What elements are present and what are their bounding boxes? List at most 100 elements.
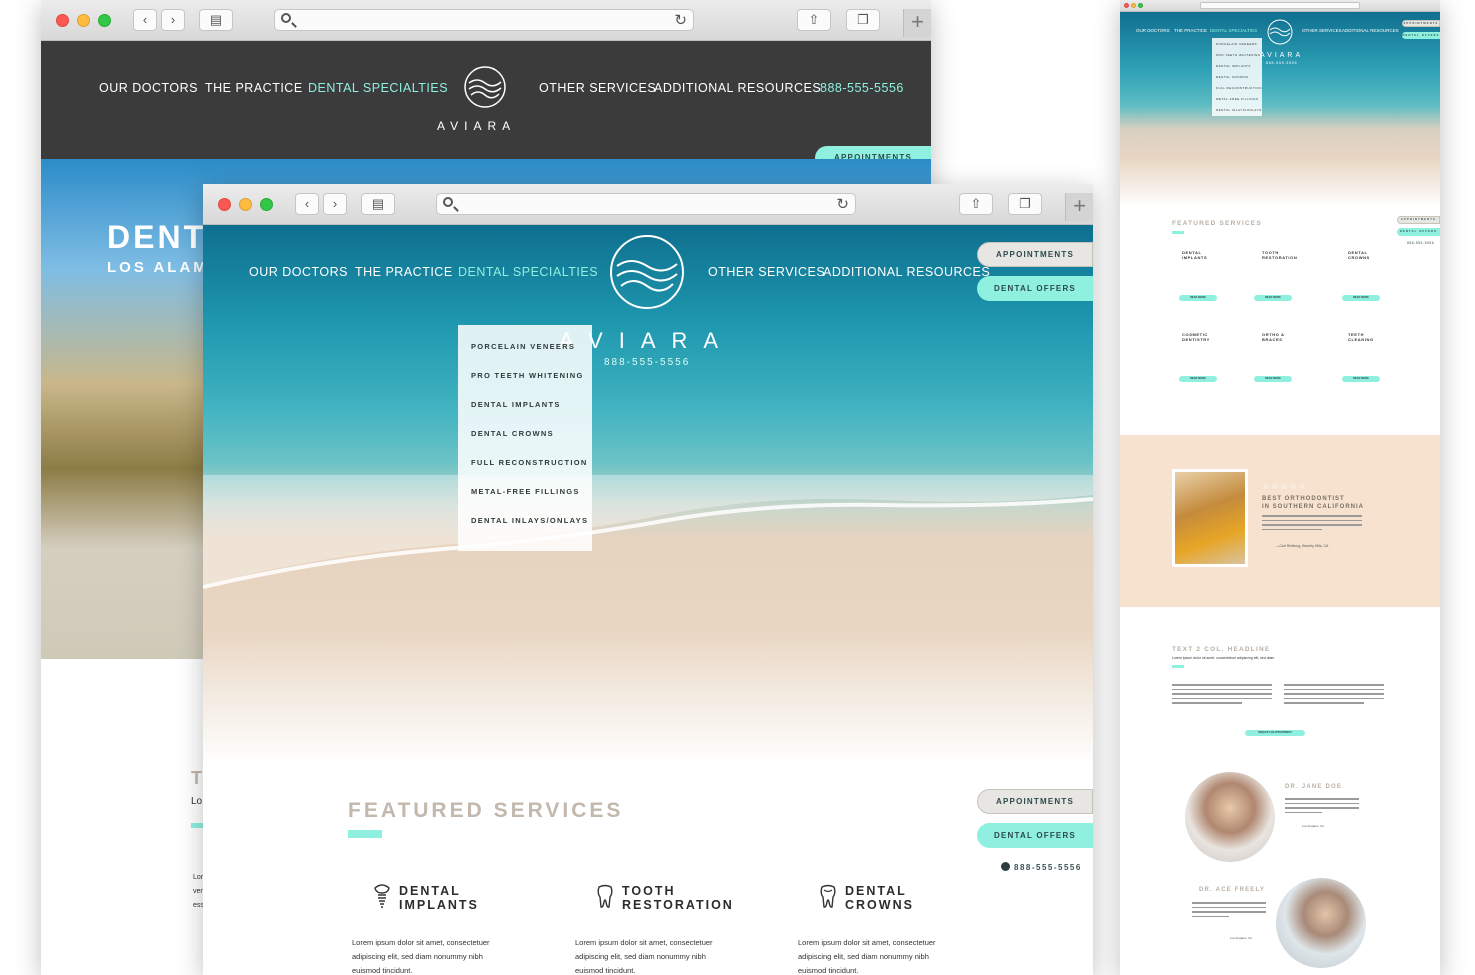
specialties-dropdown-menu: PORCELAIN VENEERS PRO TEETH WHITENING DE… [1212, 38, 1262, 116]
dropdown-item-fillings[interactable]: METAL-FREE FILLINGS [1216, 97, 1258, 101]
read-more-button[interactable]: READ MORE [1342, 295, 1380, 301]
tabs-icon[interactable]: ❐ [846, 9, 880, 31]
dropdown-item-crowns[interactable]: DENTAL CROWNS [471, 429, 554, 438]
beach-hero-image: OUR DOCTORS THE PRACTICE DENTAL SPECIALT… [1120, 12, 1440, 207]
close-window-button[interactable] [218, 198, 231, 211]
search-icon [281, 13, 291, 23]
two-col-text-left [1172, 684, 1272, 707]
dropdown-item-reconstruction[interactable]: FULL RECONSTRUCTION [471, 458, 588, 467]
dropdown-item-implants[interactable]: DENTAL IMPLANTS [471, 400, 561, 409]
back-button[interactable]: ‹ [295, 193, 319, 215]
minimize-window-button[interactable] [77, 14, 90, 27]
nav-additional-resources[interactable]: ADDITIONAL RESOURCES [1342, 28, 1399, 33]
hero-phone[interactable]: 888-555-5556 [604, 357, 690, 368]
appointments-button[interactable]: APPOINTMENTS [977, 242, 1093, 267]
back-button[interactable]: ‹ [133, 9, 157, 31]
testimonial-body [1262, 515, 1362, 533]
logo-icon [610, 235, 684, 309]
appointments-button-sticky[interactable]: APPOINTMENTS [1397, 216, 1440, 224]
service-name: DENTAL IMPLANTS [399, 884, 479, 912]
logo-icon [464, 66, 506, 108]
logo-wordmark: AVIARA [1260, 52, 1304, 59]
doctor-photo-jane [1185, 772, 1275, 862]
site-header: OUR DOCTORS THE PRACTICE DENTAL SPECIALT… [41, 41, 931, 159]
dropdown-item-veneers[interactable]: PORCELAIN VENEERS [471, 342, 575, 351]
nav-other-services[interactable]: OTHER SERVICES [708, 265, 825, 279]
dropdown-item-inlays[interactable]: DENTAL INLAYS/ONLAYS [471, 516, 588, 525]
sticky-phone-number: 888-555-5556 [1014, 863, 1082, 872]
nav-our-doctors[interactable]: OUR DOCTORS [99, 81, 198, 95]
dropdown-item-whitening[interactable]: PRO TEETH WHITENING [1216, 53, 1261, 57]
nav-the-practice[interactable]: THE PRACTICE [205, 81, 303, 95]
testimonial-title: BEST ORTHODONTIST IN SOUTHERN CALIFORNIA [1262, 496, 1364, 510]
sidebar-toggle-icon[interactable]: ▤ [361, 193, 395, 215]
reload-icon[interactable]: ↻ [836, 195, 849, 213]
appointments-button-sticky[interactable]: APPOINTMENTS [977, 789, 1093, 814]
hero-title: DENT [107, 219, 207, 255]
two-col-text-right [1284, 684, 1384, 707]
dropdown-item-reconstruction[interactable]: FULL RECONSTRUCTION [1216, 86, 1262, 90]
share-icon[interactable]: ⇧ [959, 193, 993, 215]
sidebar-toggle-icon[interactable]: ▤ [199, 9, 233, 31]
nav-dental-specialties[interactable]: DENTAL SPECIALTIES [458, 265, 598, 279]
dental-offers-button[interactable]: DENTAL OFFERS [977, 276, 1093, 301]
dropdown-item-whitening[interactable]: PRO TEETH WHITENING [471, 371, 584, 380]
dropdown-item-crowns[interactable]: DENTAL CROWNS [1216, 75, 1249, 79]
sticky-phone[interactable]: 888-555-5556 [1001, 862, 1082, 872]
hero-phone[interactable]: 888-555-5556 [1266, 61, 1297, 65]
new-tab-button[interactable]: + [1065, 193, 1093, 221]
nav-dental-specialties[interactable]: DENTAL SPECIALTIES [308, 81, 448, 95]
logo-icon [1267, 19, 1293, 45]
dropdown-item-veneers[interactable]: PORCELAIN VENEERS [1216, 42, 1257, 46]
dropdown-item-fillings[interactable]: METAL-FREE FILLINGS [471, 487, 580, 496]
title-accent-bar [1172, 665, 1184, 668]
zoom-window-button[interactable] [1138, 3, 1143, 8]
minimize-window-button[interactable] [1131, 3, 1136, 8]
new-tab-button[interactable]: + [903, 9, 931, 37]
nav-our-doctors[interactable]: OUR DOCTORS [249, 265, 348, 279]
appointments-button[interactable]: APPOINTMENTS [1402, 20, 1440, 27]
address-bar[interactable]: ↻ [274, 9, 694, 31]
read-more-button[interactable]: READ MORE [1179, 295, 1217, 301]
tooth-icon [597, 884, 613, 908]
dental-offers-button-sticky[interactable]: DENTAL OFFERS [977, 823, 1093, 848]
service-name: DENTAL CROWNS [845, 884, 914, 912]
dropdown-item-inlays[interactable]: DENTAL INLAYS/ONLAYS [1216, 108, 1262, 112]
nav-other-services[interactable]: OTHER SERVICES [539, 81, 656, 95]
forward-button[interactable]: › [323, 193, 347, 215]
zoom-window-button[interactable] [260, 198, 273, 211]
read-more-button[interactable]: READ MORE [1342, 376, 1380, 382]
service-name: TOOTH RESTORATION [622, 884, 734, 912]
doctor-bio-ace [1192, 902, 1266, 920]
nav-additional-resources[interactable]: ADDITIONAL RESOURCES [654, 81, 821, 95]
address-bar[interactable] [1200, 2, 1360, 9]
address-bar[interactable]: ↻ [436, 193, 856, 215]
doctor-name-ace: DR. ACE FREELY [1199, 887, 1266, 893]
nav-additional-resources[interactable]: ADDITIONAL RESOURCES [823, 265, 990, 279]
read-more-button[interactable]: READ MORE [1254, 376, 1292, 382]
tabs-icon[interactable]: ❐ [1008, 193, 1042, 215]
reload-icon[interactable]: ↻ [674, 11, 687, 29]
read-more-button[interactable]: READ MORE [1179, 376, 1217, 382]
nav-our-doctors[interactable]: OUR DOCTORS [1136, 28, 1170, 33]
read-more-button[interactable]: READ MORE [1254, 295, 1292, 301]
rating-stars-icon: ☆☆☆☆☆ [1262, 481, 1308, 491]
request-appointment-button[interactable]: REQUEST AN APPOINTMENT [1245, 730, 1305, 736]
share-icon[interactable]: ⇧ [797, 9, 831, 31]
dental-offers-button-sticky[interactable]: DENTAL OFFERS [1397, 228, 1440, 236]
close-window-button[interactable] [56, 14, 69, 27]
dental-offers-button[interactable]: DENTAL OFFERS [1402, 32, 1440, 39]
sticky-phone[interactable]: 888-555-5556 [1407, 241, 1434, 245]
header-phone[interactable]: 888-555-5556 [820, 81, 904, 95]
nav-other-services[interactable]: OTHER SERVICES [1302, 28, 1342, 33]
nav-the-practice[interactable]: THE PRACTICE [355, 265, 453, 279]
minimize-window-button[interactable] [239, 198, 252, 211]
close-window-button[interactable] [1124, 3, 1129, 8]
zoom-window-button[interactable] [98, 14, 111, 27]
service-name: DENTAL CROWNS [1348, 250, 1370, 260]
dropdown-item-implants[interactable]: DENTAL IMPLANTS [1216, 64, 1251, 68]
full-page-browser-window: OUR DOCTORS THE PRACTICE DENTAL SPECIALT… [1120, 0, 1440, 975]
nav-dental-specialties[interactable]: DENTAL SPECIALTIES [1210, 28, 1257, 33]
forward-button[interactable]: › [161, 9, 185, 31]
nav-the-practice[interactable]: THE PRACTICE [1174, 28, 1207, 33]
